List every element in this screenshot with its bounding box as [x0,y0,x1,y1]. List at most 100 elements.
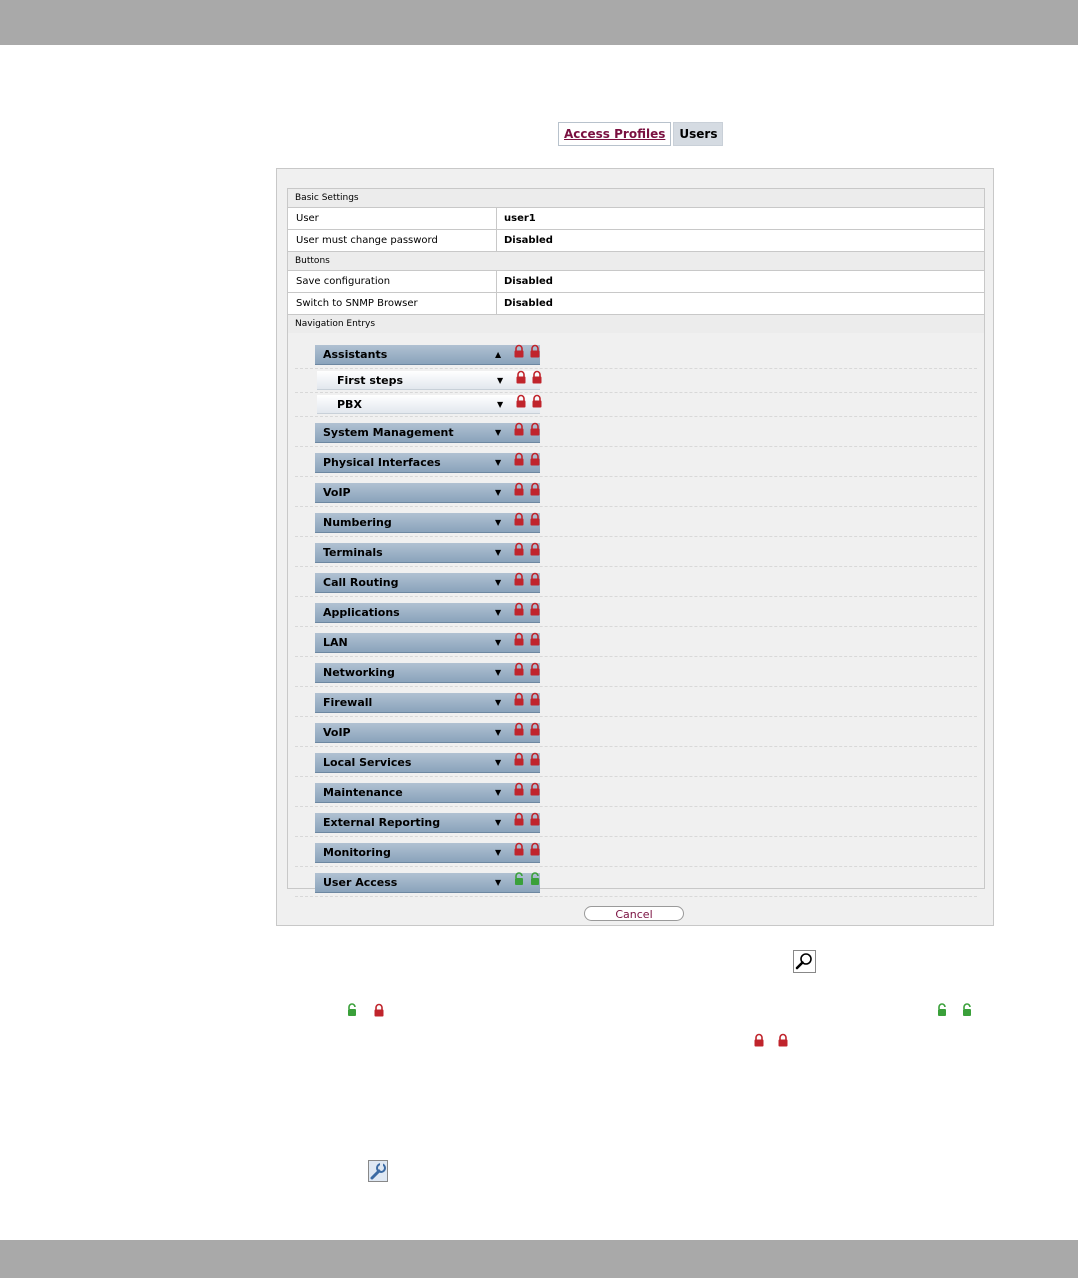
lock-locked-icon [372,1003,386,1020]
nav-entry-button[interactable]: First steps ▼ [317,370,543,391]
tab-users[interactable]: Users [673,122,724,146]
expand-arrow-icon[interactable]: ▼ [495,453,501,473]
access-locks [513,752,541,769]
expand-arrow-icon[interactable]: ▼ [497,395,503,415]
nav-entry-button[interactable]: VoIP ▼ [315,722,541,743]
lock-locked-icon[interactable] [513,602,525,619]
nav-entry-row: VoIP ▼ [295,717,977,747]
nav-entry-button[interactable]: System Management ▼ [315,422,541,443]
cancel-button[interactable]: Cancel [584,906,684,921]
access-locks [513,344,541,361]
lock-locked-icon[interactable] [529,632,541,649]
lock-locked-icon[interactable] [529,782,541,799]
nav-entry-row: LAN ▼ [295,627,977,657]
lock-locked-icon[interactable] [513,452,525,469]
lock-locked-icon[interactable] [513,722,525,739]
header-bar [0,0,1078,45]
nav-entry-row: Maintenance ▼ [295,777,977,807]
access-locks [515,370,543,387]
lock-locked-icon[interactable] [531,370,543,387]
nav-entry-button[interactable]: PBX ▼ [317,394,543,415]
expand-arrow-icon[interactable]: ▼ [495,633,501,653]
expand-arrow-icon[interactable]: ▼ [495,753,501,773]
tab-access-profiles[interactable]: Access Profiles [558,122,672,146]
nav-entry-label: Terminals [323,546,383,559]
lock-locked-icon[interactable] [529,752,541,769]
nav-entry-button[interactable]: User Access ▼ [315,872,541,893]
expand-arrow-icon[interactable]: ▼ [495,813,501,833]
change-password-label: User must change password [288,230,497,251]
lock-unlocked-icon [345,1003,359,1020]
tab-bar: Access Profiles Users [558,122,724,146]
lock-locked-icon[interactable] [513,782,525,799]
access-locks [513,632,541,649]
nav-entry-button[interactable]: LAN ▼ [315,632,541,653]
nav-entry-button[interactable]: Terminals ▼ [315,542,541,563]
expand-arrow-icon[interactable]: ▼ [495,663,501,683]
nav-entry-button[interactable]: Applications ▼ [315,602,541,623]
lock-locked-icon[interactable] [513,422,525,439]
lock-locked-icon[interactable] [513,542,525,559]
nav-entry-button[interactable]: Networking ▼ [315,662,541,683]
expand-arrow-icon[interactable]: ▼ [495,573,501,593]
nav-entry-label: VoIP [323,486,351,499]
lock-locked-icon[interactable] [513,812,525,829]
lock-locked-icon[interactable] [529,662,541,679]
nav-entry-row: Numbering ▼ [295,507,977,537]
collapse-arrow-icon[interactable]: ▲ [495,345,501,365]
lock-locked-icon[interactable] [529,842,541,859]
nav-entry-button[interactable]: Assistants ▲ [315,344,541,365]
expand-arrow-icon[interactable]: ▼ [495,543,501,563]
lock-locked-icon[interactable] [529,572,541,589]
nav-entry-button[interactable]: Call Routing ▼ [315,572,541,593]
lock-locked-icon[interactable] [513,662,525,679]
nav-entry-row: VoIP ▼ [295,477,977,507]
navigation-list: Assistants ▲ First steps ▼ PBX ▼ System Manage… [295,339,977,897]
nav-entry-label: First steps [337,374,404,387]
lock-locked-icon[interactable] [513,572,525,589]
nav-entry-label: Call Routing [323,576,399,589]
nav-entry-button[interactable]: External Reporting ▼ [315,812,541,833]
expand-arrow-icon[interactable]: ▼ [495,783,501,803]
lock-locked-icon[interactable] [529,722,541,739]
lock-locked-icon[interactable] [529,482,541,499]
expand-arrow-icon[interactable]: ▼ [497,371,503,391]
lock-locked-icon[interactable] [531,394,543,411]
expand-arrow-icon[interactable]: ▼ [495,873,501,893]
lock-locked-icon[interactable] [529,812,541,829]
nav-entry-label: VoIP [323,726,351,739]
lock-unlocked-icon[interactable] [529,872,541,889]
nav-entry-button[interactable]: Firewall ▼ [315,692,541,713]
expand-arrow-icon[interactable]: ▼ [495,693,501,713]
nav-entry-button[interactable]: Numbering ▼ [315,512,541,533]
lock-locked-icon[interactable] [513,344,525,361]
expand-arrow-icon[interactable]: ▼ [495,483,501,503]
lock-locked-icon[interactable] [529,344,541,361]
lock-unlocked-icon[interactable] [513,872,525,889]
lock-locked-icon[interactable] [529,542,541,559]
nav-entry-button[interactable]: Local Services ▼ [315,752,541,773]
expand-arrow-icon[interactable]: ▼ [495,843,501,863]
lock-locked-icon[interactable] [513,842,525,859]
expand-arrow-icon[interactable]: ▼ [495,603,501,623]
nav-entry-button[interactable]: Monitoring ▼ [315,842,541,863]
lock-locked-icon[interactable] [529,512,541,529]
lock-locked-icon[interactable] [515,370,527,387]
lock-locked-icon[interactable] [529,452,541,469]
lock-locked-icon[interactable] [529,692,541,709]
lock-locked-icon[interactable] [513,512,525,529]
lock-locked-icon[interactable] [529,602,541,619]
expand-arrow-icon[interactable]: ▼ [495,723,501,743]
lock-locked-icon[interactable] [513,752,525,769]
lock-locked-icon[interactable] [515,394,527,411]
lock-locked-icon[interactable] [513,482,525,499]
nav-entry-button[interactable]: VoIP ▼ [315,482,541,503]
lock-locked-icon[interactable] [513,692,525,709]
nav-entry-row: First steps ▼ [295,369,977,393]
expand-arrow-icon[interactable]: ▼ [495,423,501,443]
lock-locked-icon[interactable] [513,632,525,649]
lock-locked-icon[interactable] [529,422,541,439]
nav-entry-button[interactable]: Physical Interfaces ▼ [315,452,541,473]
expand-arrow-icon[interactable]: ▼ [495,513,501,533]
nav-entry-button[interactable]: Maintenance ▼ [315,782,541,803]
